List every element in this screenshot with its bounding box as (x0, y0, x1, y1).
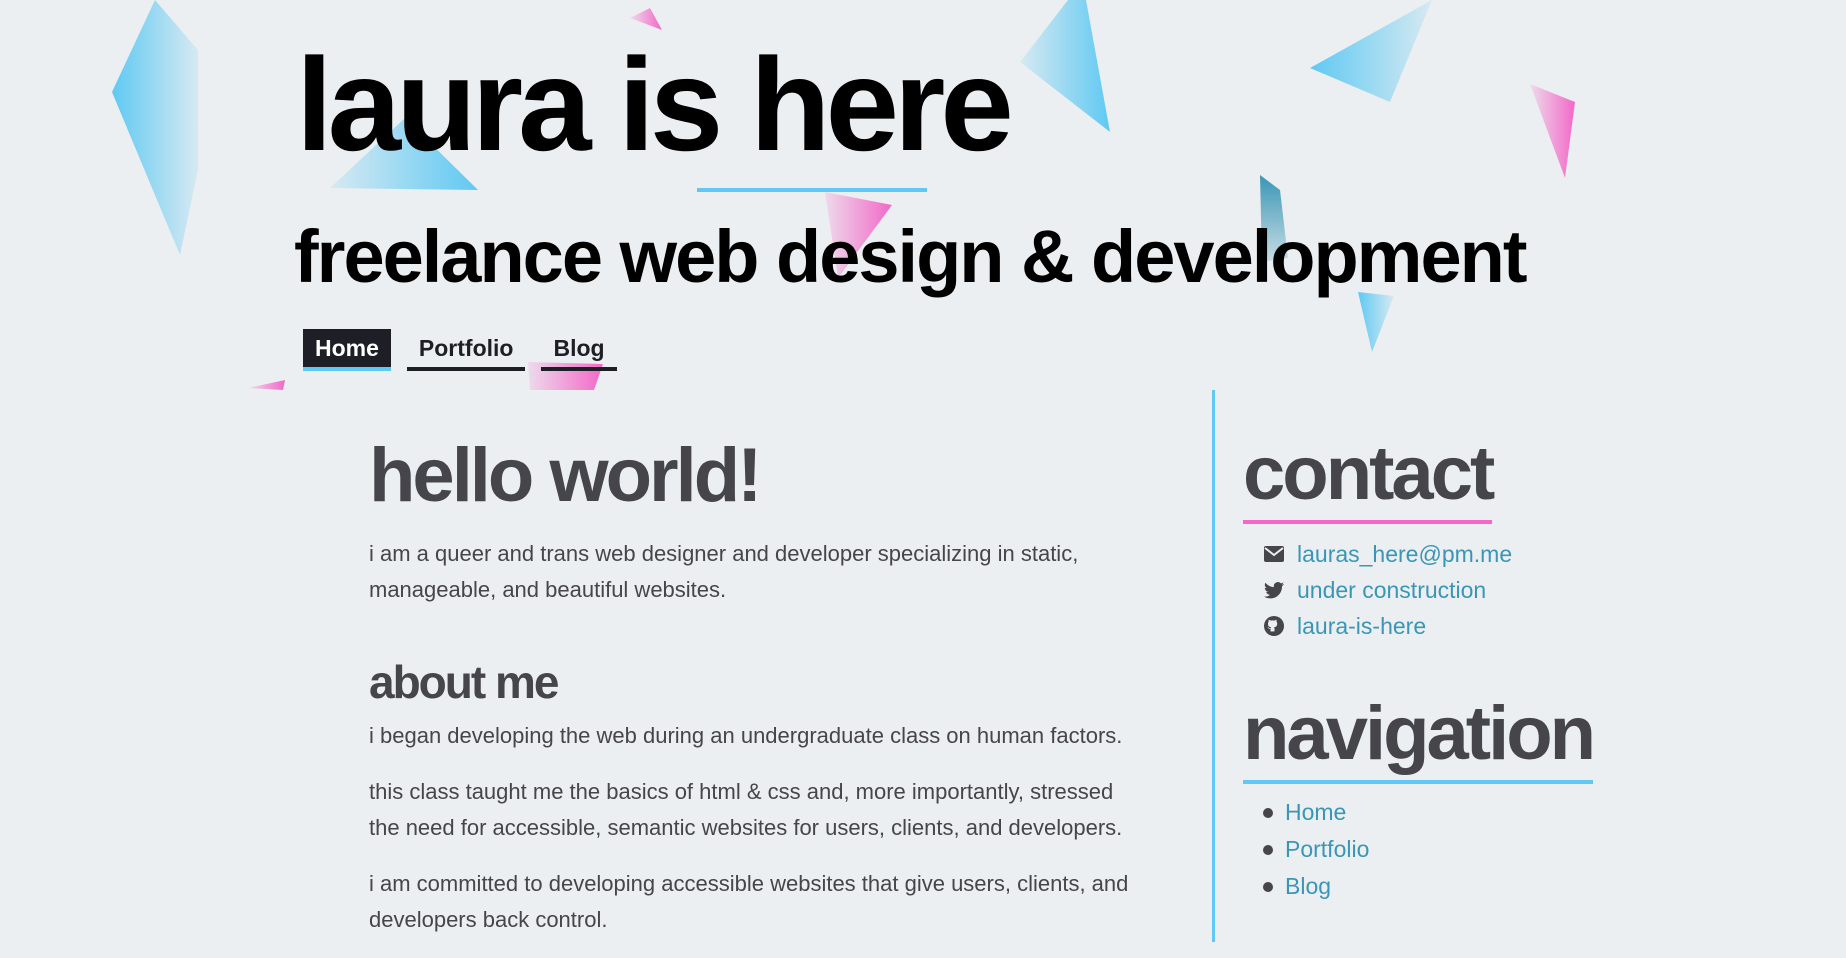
main-nav: Home Portfolio Blog (303, 329, 633, 371)
email-link[interactable]: lauras_here@pm.me (1297, 541, 1512, 568)
site-subtitle: freelance web design & development (294, 215, 1527, 298)
nav-portfolio-link[interactable]: Portfolio (406, 329, 526, 371)
sidebar: contact lauras_here@pm.me under construc… (1243, 430, 1743, 905)
contact-item: lauras_here@pm.me (1263, 536, 1743, 572)
twitter-link[interactable]: under construction (1297, 577, 1486, 604)
list-item: Portfolio (1263, 831, 1743, 868)
intro-paragraph: i am a queer and trans web designer and … (369, 541, 1079, 602)
main-content: hello world! i am a queer and trans web … (369, 430, 1149, 958)
sidebar-nav-list: Home Portfolio Blog (1263, 794, 1743, 905)
navigation-heading: navigation (1243, 690, 1596, 784)
about-heading: about me (369, 656, 559, 708)
about-paragraph: this class taught me the basics of html … (369, 779, 1123, 840)
hello-heading: hello world! (369, 433, 762, 518)
sidebar-nav-home-link[interactable]: Home (1285, 799, 1346, 826)
nav-blog-link[interactable]: Blog (541, 329, 617, 371)
contact-heading: contact (1243, 430, 1495, 524)
list-item: Blog (1263, 868, 1743, 905)
contact-list: lauras_here@pm.me under construction lau… (1263, 536, 1743, 644)
about-paragraph: i am committed to developing accessible … (369, 871, 1129, 932)
github-link[interactable]: laura-is-here (1297, 613, 1426, 640)
about-paragraph: i began developing the web during an und… (369, 723, 1123, 748)
sidebar-nav-portfolio-link[interactable]: Portfolio (1285, 836, 1369, 863)
bullet-icon (1263, 881, 1273, 892)
twitter-icon (1263, 579, 1285, 601)
envelope-icon (1263, 543, 1285, 565)
nav-home-link[interactable]: Home (303, 329, 391, 371)
github-icon (1263, 615, 1285, 637)
bullet-icon (1263, 844, 1273, 855)
contact-item: under construction (1263, 572, 1743, 608)
sidebar-nav-blog-link[interactable]: Blog (1285, 873, 1331, 900)
list-item: Home (1263, 794, 1743, 831)
site-title: laura is here (296, 31, 1014, 178)
title-underline (697, 188, 927, 192)
contact-item: laura-is-here (1263, 608, 1743, 644)
site-header: laura is here freelance web design & dev… (0, 0, 1846, 390)
bullet-icon (1263, 807, 1273, 818)
navigation-section: navigation Home Portfolio Blog (1243, 690, 1743, 905)
sidebar-divider (1212, 390, 1215, 942)
